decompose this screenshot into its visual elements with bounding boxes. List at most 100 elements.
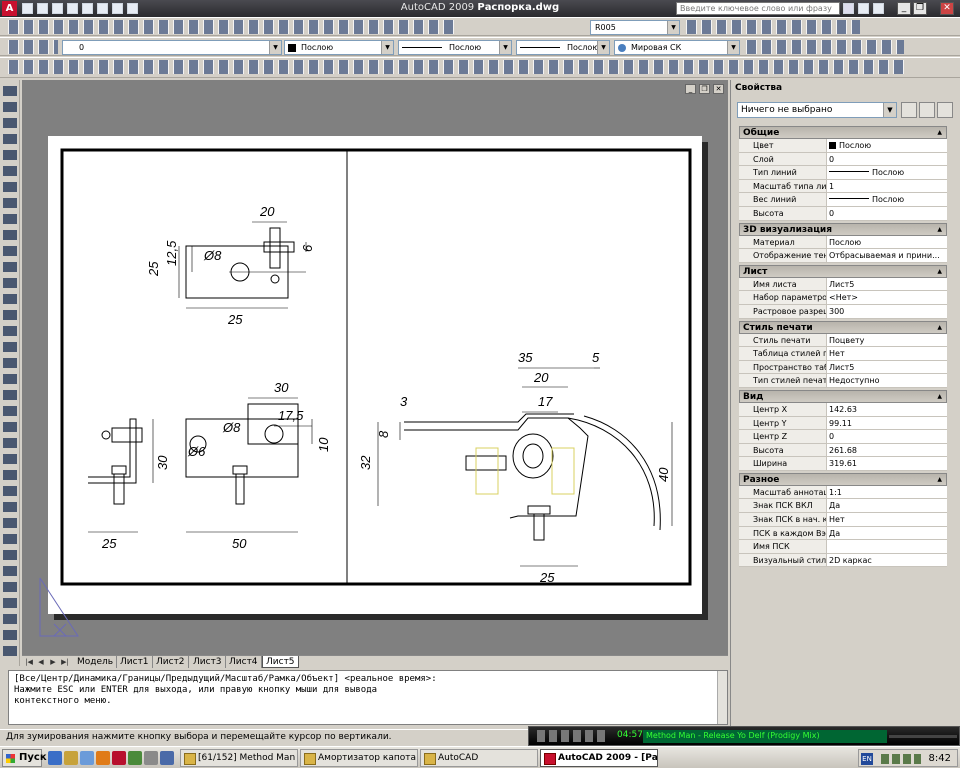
property-row[interactable]: Тип линий Послою xyxy=(739,166,947,180)
language-indicator[interactable]: EN xyxy=(861,753,873,765)
property-category[interactable]: Разное xyxy=(739,472,947,486)
property-row[interactable]: Центр Y 99.11 xyxy=(739,416,947,431)
tab-model[interactable]: Модель xyxy=(74,656,118,668)
property-value[interactable]: Нет xyxy=(827,347,947,360)
property-row[interactable]: Масштаб аннотаций1:1 xyxy=(739,485,947,500)
app-quick-icon[interactable] xyxy=(144,751,158,765)
tray-icons[interactable] xyxy=(881,754,921,764)
property-value[interactable]: Послою xyxy=(827,193,947,206)
property-category[interactable]: Вид xyxy=(739,389,947,403)
property-value[interactable]: Лист5 xyxy=(827,361,947,374)
property-value[interactable] xyxy=(827,540,947,553)
selection-select[interactable]: Ничего не выбрано xyxy=(737,102,897,118)
property-row[interactable]: Высота 0 xyxy=(739,206,947,221)
tab-sheet5[interactable]: Лист5 xyxy=(262,656,299,668)
favorites-star-icon[interactable] xyxy=(873,3,884,14)
help-search-input[interactable]: Введите ключевое слово или фразу xyxy=(676,2,840,15)
toggle-pickadd-icon[interactable] xyxy=(901,102,917,118)
property-row[interactable]: Цвет Послою xyxy=(739,139,947,153)
property-row[interactable]: Растровое разреше...300 xyxy=(739,304,947,319)
property-category[interactable]: Общие xyxy=(739,126,947,139)
communication-center-icon[interactable] xyxy=(858,3,869,14)
property-value[interactable]: Да xyxy=(827,527,947,540)
property-value[interactable]: 2D каркас xyxy=(827,554,947,567)
property-value[interactable]: Недоступно xyxy=(827,374,947,387)
tab-sheet2[interactable]: Лист2 xyxy=(153,656,189,668)
property-value[interactable]: 0 xyxy=(827,153,947,166)
quick-select-icon[interactable] xyxy=(937,102,953,118)
property-value[interactable]: 99.11 xyxy=(827,417,947,430)
command-scrollbar[interactable] xyxy=(717,671,727,724)
property-value[interactable]: Нет xyxy=(827,513,947,526)
property-row[interactable]: ПСК в каждом Вэкр...Да xyxy=(739,526,947,541)
layer-select[interactable]: 0 xyxy=(62,40,282,55)
property-value[interactable]: Послою xyxy=(827,139,947,152)
color-select[interactable]: Послою xyxy=(284,40,394,55)
property-row[interactable]: Вес линий Послою xyxy=(739,193,947,207)
app-quick-icon[interactable] xyxy=(128,751,142,765)
tab-sheet4[interactable]: Лист4 xyxy=(226,656,262,668)
restore-button[interactable]: ❐ xyxy=(913,2,927,15)
folder-icon[interactable] xyxy=(64,751,78,765)
layer-manager-icons[interactable] xyxy=(6,40,58,54)
doc-close-button[interactable]: ✕ xyxy=(713,84,724,94)
property-value[interactable]: Послою xyxy=(827,166,947,179)
task-media-player[interactable]: [61/152] Method Man - ... xyxy=(180,749,298,767)
drawing-area[interactable]: _ ❐ ✕ 20 12,5 25 Ø8 6 25 30 17,5 Ø8 10 Ø… xyxy=(22,80,728,655)
property-row[interactable]: Высота 261.68 xyxy=(739,443,947,458)
start-button[interactable]: Пуск xyxy=(2,749,47,767)
property-value[interactable]: Поцвету xyxy=(827,334,947,347)
modeling-toolbar-icons[interactable] xyxy=(6,60,906,74)
player-icon[interactable] xyxy=(96,751,110,765)
property-value[interactable]: Лист5 xyxy=(827,278,947,291)
property-value[interactable]: 261.68 xyxy=(827,444,947,457)
task-autocad-window[interactable]: AutoCAD 2009 - [Рас... xyxy=(540,749,658,767)
property-category[interactable]: Стиль печати xyxy=(739,320,947,334)
media-player[interactable]: 04:57 Method Man - Release Yo Delf (Prod… xyxy=(528,726,960,746)
property-row[interactable]: Масштаб типа линий1 xyxy=(739,179,947,194)
standard-toolbar-icons[interactable] xyxy=(6,20,456,34)
ucs-toolbar-icons[interactable] xyxy=(744,40,904,54)
property-row[interactable]: Таблица стилей пе...Нет xyxy=(739,347,947,361)
property-value[interactable]: Отбрасываемая и прини... xyxy=(827,249,947,262)
property-value[interactable]: Да xyxy=(827,499,947,512)
app-quick-icon[interactable] xyxy=(160,751,174,765)
property-row[interactable]: Знак ПСК в нач. ко...Нет xyxy=(739,513,947,527)
property-value[interactable]: 142.63 xyxy=(827,403,947,416)
volume-slider[interactable] xyxy=(889,735,957,738)
property-row[interactable]: Имя ПСК xyxy=(739,540,947,554)
tab-sheet3[interactable]: Лист3 xyxy=(190,656,226,668)
ie-icon[interactable] xyxy=(48,751,62,765)
property-value[interactable]: 0 xyxy=(827,430,947,443)
draw-tools-icons[interactable] xyxy=(3,84,17,662)
property-value[interactable]: 319.61 xyxy=(827,457,947,470)
task-folder[interactable]: Амортизатор капота xyxy=(300,749,418,767)
lineweight-select[interactable]: Послою xyxy=(516,40,610,55)
linetype-select[interactable]: Послою xyxy=(398,40,512,55)
first-tab-icon[interactable]: |◀ xyxy=(24,657,34,667)
property-value[interactable]: <Нет> xyxy=(827,291,947,304)
doc-restore-button[interactable]: ❐ xyxy=(699,84,710,94)
desktop-icon[interactable] xyxy=(80,751,94,765)
property-value[interactable]: 1 xyxy=(827,180,947,193)
property-category[interactable]: 3D визуализация xyxy=(739,222,947,236)
search-icon[interactable] xyxy=(843,3,854,14)
minimize-button[interactable]: _ xyxy=(897,2,911,15)
property-row[interactable]: Визуальный стиль 2D каркас xyxy=(739,553,947,568)
tab-sheet1[interactable]: Лист1 xyxy=(117,656,153,668)
close-button[interactable]: ✕ xyxy=(940,2,954,15)
property-row[interactable]: Имя листа Лист5 xyxy=(739,277,947,292)
property-row[interactable]: Слой 0 xyxy=(739,152,947,167)
autocad-quick-icon[interactable] xyxy=(112,751,126,765)
property-value[interactable]: Послою xyxy=(827,236,947,249)
property-row[interactable]: Стиль печати Поцвету xyxy=(739,333,947,348)
doc-minimize-button[interactable]: _ xyxy=(685,84,696,94)
player-controls-icon[interactable] xyxy=(537,730,607,742)
property-row[interactable]: Ширина 319.61 xyxy=(739,457,947,471)
next-tab-icon[interactable]: ▶ xyxy=(48,657,58,667)
last-tab-icon[interactable]: ▶| xyxy=(60,657,70,667)
property-row[interactable]: Центр Z0 xyxy=(739,430,947,444)
prev-tab-icon[interactable]: ◀ xyxy=(36,657,46,667)
text-toolbar-icons[interactable] xyxy=(684,20,860,34)
property-value[interactable]: 1:1 xyxy=(827,486,947,499)
